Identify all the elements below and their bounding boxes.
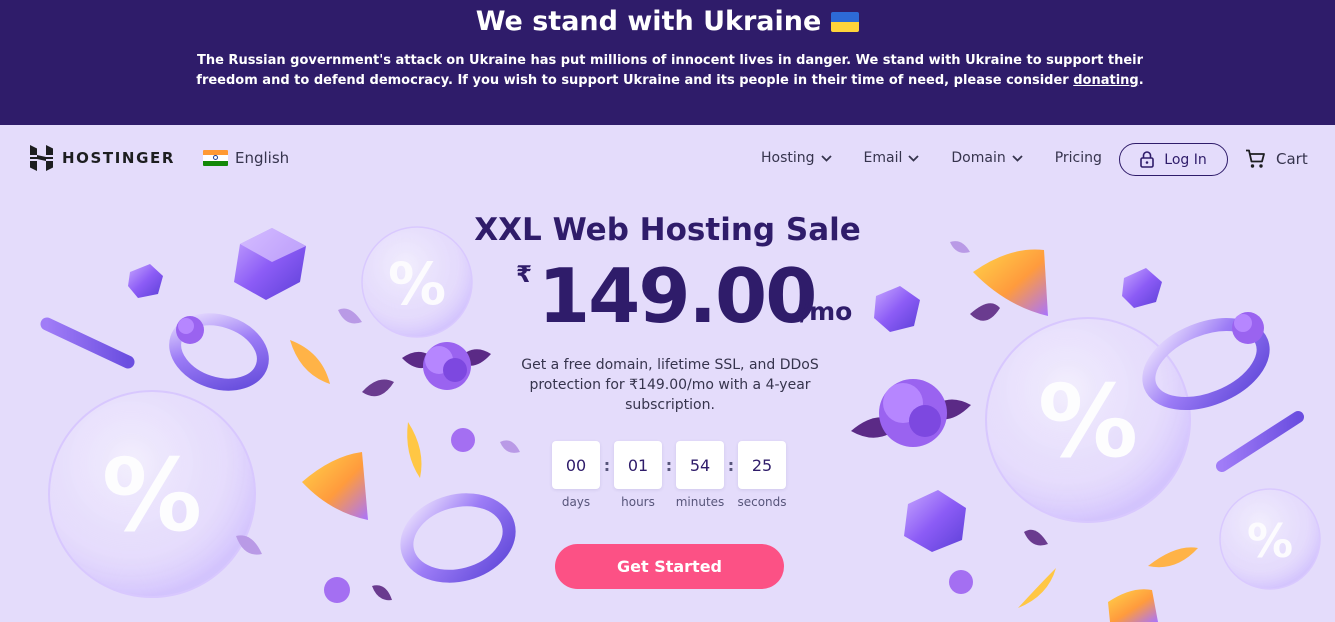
price-display: ₹ 149.00 /mo xyxy=(514,252,859,340)
hostinger-logo-icon xyxy=(30,145,53,171)
countdown-hours-value: 01 xyxy=(614,441,662,489)
nav-hosting-label: Hosting xyxy=(761,150,815,166)
ukraine-flag-icon xyxy=(831,12,860,32)
countdown-seconds-value: 25 xyxy=(738,441,786,489)
language-selector[interactable]: English xyxy=(203,149,289,167)
percent-bubble-small: % xyxy=(1219,488,1321,590)
nav-pricing-label: Pricing xyxy=(1054,150,1102,166)
countdown-days-value: 00 xyxy=(552,441,600,489)
language-label: English xyxy=(235,149,290,167)
countdown-seconds-label: seconds xyxy=(737,495,787,509)
chevron-down-icon xyxy=(1012,154,1023,162)
price-period: /mo xyxy=(800,297,853,326)
banner-title-text: We stand with Ukraine xyxy=(475,6,822,37)
countdown-days-label: days xyxy=(561,495,591,509)
nav-domain[interactable]: Domain xyxy=(951,150,1023,166)
lock-icon xyxy=(1140,151,1155,168)
nav-email[interactable]: Email xyxy=(864,150,920,166)
price-amount: 149.00 xyxy=(538,252,817,340)
banner-title: We stand with Ukraine xyxy=(0,4,1335,40)
svg-text:%: % xyxy=(102,437,202,554)
countdown-hours: 01 hours xyxy=(614,441,662,509)
ukraine-banner: We stand with Ukraine The Russian govern… xyxy=(0,0,1335,125)
nav-email-label: Email xyxy=(863,150,903,166)
india-flag-icon xyxy=(203,150,228,166)
get-started-button[interactable]: Get Started xyxy=(555,544,784,589)
hero-title: XXL Web Hosting Sale xyxy=(474,212,861,248)
donating-link[interactable]: donating xyxy=(1073,73,1139,88)
main-nav: Hosting Email Domain Pricing xyxy=(761,150,1102,166)
cart-icon xyxy=(1246,149,1265,168)
percent-bubble-right: % xyxy=(985,317,1191,523)
countdown-separator: : xyxy=(603,455,611,475)
price-currency: ₹ xyxy=(516,262,533,288)
nav-domain-label: Domain xyxy=(951,150,1006,166)
countdown-timer: 00 days : 01 hours : 54 minutes : 25 sec… xyxy=(552,441,787,509)
countdown-separator: : xyxy=(727,455,735,475)
chevron-down-icon xyxy=(908,154,920,162)
logo[interactable]: HOSTINGER xyxy=(30,145,175,171)
countdown-minutes-label: minutes xyxy=(675,495,725,509)
login-label: Log In xyxy=(1164,151,1207,168)
hero-description: Get a free domain, lifetime SSL, and DDo… xyxy=(521,357,819,413)
nav-pricing[interactable]: Pricing xyxy=(1055,150,1102,166)
banner-text-suffix: . xyxy=(1138,73,1144,88)
countdown-hours-label: hours xyxy=(621,495,655,509)
site-header: HOSTINGER English Hosting Email Domain P… xyxy=(0,125,1335,195)
countdown-days: 00 days xyxy=(552,441,600,509)
chevron-down-icon xyxy=(820,154,832,162)
countdown-seconds: 25 seconds xyxy=(737,441,787,509)
banner-text-prefix: The Russian government's attack on Ukrai… xyxy=(196,53,1144,88)
countdown-minutes-value: 54 xyxy=(676,441,724,489)
login-button[interactable]: Log In xyxy=(1119,143,1228,176)
nav-hosting[interactable]: Hosting xyxy=(761,150,832,166)
countdown-minutes: 54 minutes xyxy=(676,441,724,509)
cart-button[interactable]: Cart xyxy=(1245,149,1308,169)
percent-bubble-left: % xyxy=(48,390,256,598)
logo-text: HOSTINGER xyxy=(62,149,175,167)
svg-text:%: % xyxy=(1247,514,1293,568)
svg-text:%: % xyxy=(388,250,446,318)
svg-text:%: % xyxy=(1038,363,1138,480)
banner-text: The Russian government's attack on Ukrai… xyxy=(185,51,1155,91)
countdown-separator: : xyxy=(665,455,673,475)
cart-label: Cart xyxy=(1276,150,1308,168)
